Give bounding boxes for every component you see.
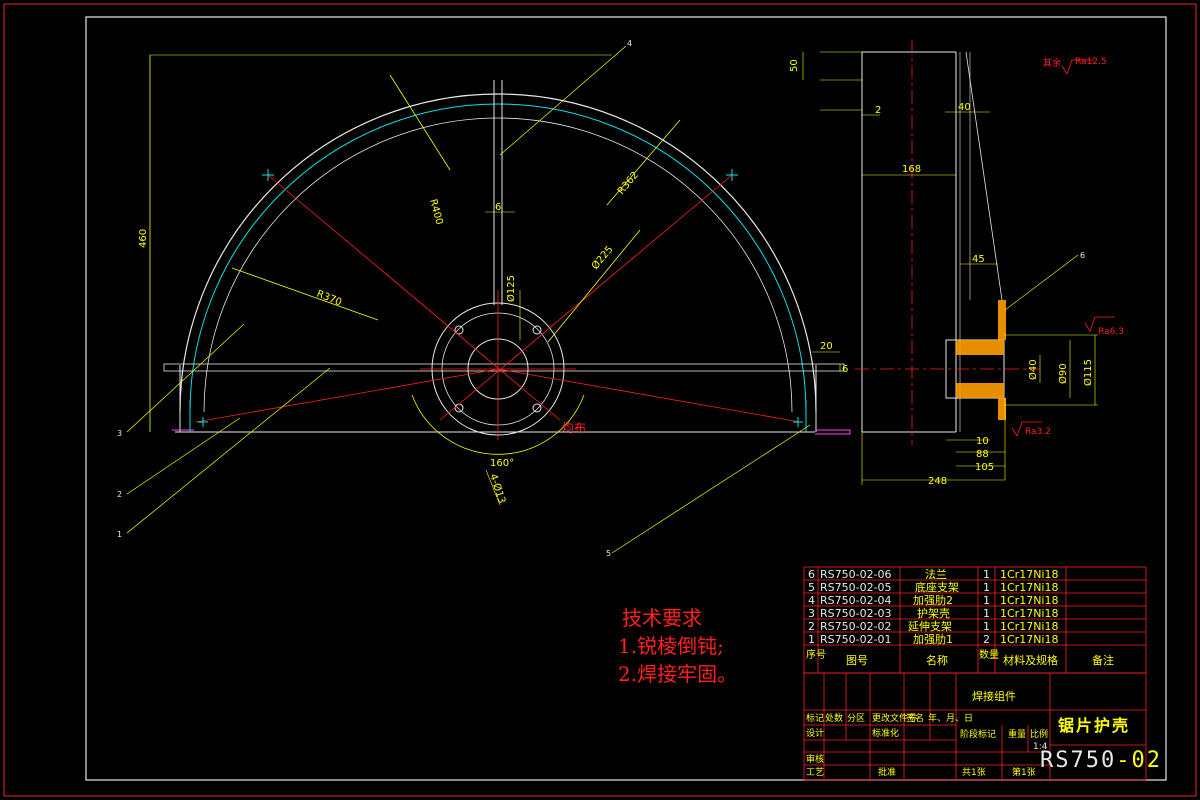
callout-6: 6 xyxy=(1080,251,1085,260)
bom-qty: 1 xyxy=(983,594,990,607)
bom-code: RS750-02-01 xyxy=(820,633,892,646)
bom-header-seq: 序号 xyxy=(806,648,826,661)
bom-header-name: 名称 xyxy=(926,653,948,667)
dimension-labels: R400 R362 R370 Ø225 Ø125 4-Ø13 160° 460 … xyxy=(138,57,1124,505)
bom-material: 1Cr17Ni18 xyxy=(1000,633,1058,646)
dim-r370: R370 xyxy=(315,289,343,309)
bom-seq: 2 xyxy=(808,620,815,633)
tech-item-1: 1.锐棱倒钝; xyxy=(618,634,724,658)
drawing-number-suffix: -02 xyxy=(1116,748,1162,773)
bom-name: 法兰 xyxy=(925,567,947,581)
callout-5: 5 xyxy=(606,549,611,558)
tb-zone: 分区 xyxy=(847,713,865,724)
bom-header-qty: 数量 xyxy=(979,648,999,661)
roughness-ra63: Ra6.3 xyxy=(1098,327,1124,337)
dim-45: 45 xyxy=(972,254,985,265)
tb-sheets-total: 共1张 xyxy=(962,767,986,778)
part-title: 锯片护壳 xyxy=(1058,716,1131,735)
bom-seq: 3 xyxy=(808,607,815,620)
bom-rows: 6 RS750-02-06 法兰 1 1Cr17Ni18 5 RS750-02-… xyxy=(806,567,1114,667)
bom-name: 护架壳 xyxy=(917,606,950,620)
tb-approve: 批准 xyxy=(878,766,896,778)
dim-248: 248 xyxy=(928,476,947,487)
dim-angle: 160° xyxy=(490,458,514,469)
tb-review: 审核 xyxy=(806,753,824,765)
bom-code: RS750-02-06 xyxy=(820,568,892,581)
tb-design: 设计 xyxy=(806,727,824,739)
callout-3: 3 xyxy=(117,429,122,438)
bom-name: 加强肋2 xyxy=(913,593,953,607)
dim-2: 2 xyxy=(875,105,881,116)
dim-r400: R400 xyxy=(427,198,444,226)
bom-code: RS750-02-04 xyxy=(820,594,892,607)
bom-code: RS750-02-05 xyxy=(820,581,892,594)
callout-1: 1 xyxy=(117,530,122,539)
dim-20: 20 xyxy=(820,341,833,352)
dim-50: 50 xyxy=(789,59,800,72)
dim-d225: Ø225 xyxy=(589,244,616,272)
tb-date: 年、月、日 xyxy=(928,712,973,724)
tb-weight: 重量 xyxy=(1008,728,1026,740)
tb-assembly-name: 焊接组件 xyxy=(972,689,1016,703)
bom-header-material: 材料及规格 xyxy=(1003,653,1058,667)
cad-drawing: 6 RS750-02-06 法兰 1 1Cr17Ni18 5 RS750-02-… xyxy=(3,3,1197,797)
bom-qty: 1 xyxy=(983,581,990,594)
dim-d90: Ø90 xyxy=(1057,363,1069,384)
dim-6b: 6 xyxy=(842,364,848,375)
bom-material: 1Cr17Ni18 xyxy=(1000,620,1058,633)
bom-code: RS750-02-02 xyxy=(820,620,892,633)
tech-heading: 技术要求 xyxy=(622,606,702,630)
tb-sheet-no: 第1张 xyxy=(1012,766,1036,778)
bom-material: 1Cr17Ni18 xyxy=(1000,607,1058,620)
roughness-rest-value: Ra12.5 xyxy=(1075,57,1107,67)
bom-name: 底座支架 xyxy=(915,580,959,594)
bom-seq: 1 xyxy=(808,633,815,646)
tb-stage: 阶段标记 xyxy=(960,728,996,740)
outer-border xyxy=(3,3,1197,797)
bom-code: RS750-02-03 xyxy=(820,607,892,620)
callout-4: 4 xyxy=(627,39,632,48)
dim-105: 105 xyxy=(975,462,994,473)
bom-header-note: 备注 xyxy=(1092,653,1114,667)
tech-item-2: 2.焊接牢固。 xyxy=(618,662,738,686)
bom-header-code: 图号 xyxy=(846,654,868,667)
bom-material: 1Cr17Ni18 xyxy=(1000,594,1058,607)
bom-material: 1Cr17Ni18 xyxy=(1000,581,1058,594)
dim-holes: 4-Ø13 xyxy=(487,472,508,505)
bom-seq: 6 xyxy=(808,568,815,581)
bom-qty: 2 xyxy=(983,633,990,646)
dim-460: 460 xyxy=(138,229,149,248)
bom-material: 1Cr17Ni18 xyxy=(1000,568,1058,581)
dim-d40: Ø40 xyxy=(1027,359,1039,380)
dim-168: 168 xyxy=(902,164,921,175)
drawing-number: RS750-02 xyxy=(1040,748,1162,773)
drawing-number-main: RS750 xyxy=(1040,748,1117,773)
dim-10: 10 xyxy=(976,436,989,447)
roughness-rest-note: 其余 xyxy=(1043,57,1061,69)
bom-qty: 1 xyxy=(983,620,990,633)
callout-2: 2 xyxy=(117,490,122,499)
bom-qty: 1 xyxy=(983,607,990,620)
bom-qty: 1 xyxy=(983,568,990,581)
bom-seq: 4 xyxy=(808,594,815,607)
bom-name: 延伸支架 xyxy=(908,620,952,633)
roughness-ra32: Ra3.2 xyxy=(1025,427,1051,437)
bom-seq: 5 xyxy=(808,581,815,594)
dim-40: 40 xyxy=(958,102,971,113)
dim-6: 6 xyxy=(495,202,501,213)
tb-scale-label: 比例 xyxy=(1030,728,1048,740)
tb-process: 工艺 xyxy=(806,767,824,778)
tb-mark: 标记 xyxy=(806,712,824,724)
dim-d125: Ø125 xyxy=(505,275,517,302)
tb-count: 处数 xyxy=(825,712,843,724)
technical-requirements: 技术要求 1.锐棱倒钝; 2.焊接牢固。 xyxy=(618,604,737,688)
tb-standardize: 标准化 xyxy=(872,727,899,739)
even-note: 均布 xyxy=(562,421,586,435)
bom-name: 加强肋1 xyxy=(913,632,953,646)
dim-d115: Ø115 xyxy=(1082,359,1094,386)
dim-r362: R362 xyxy=(616,170,641,197)
tb-sign: 签名 xyxy=(906,712,924,724)
dim-88: 88 xyxy=(976,449,989,460)
